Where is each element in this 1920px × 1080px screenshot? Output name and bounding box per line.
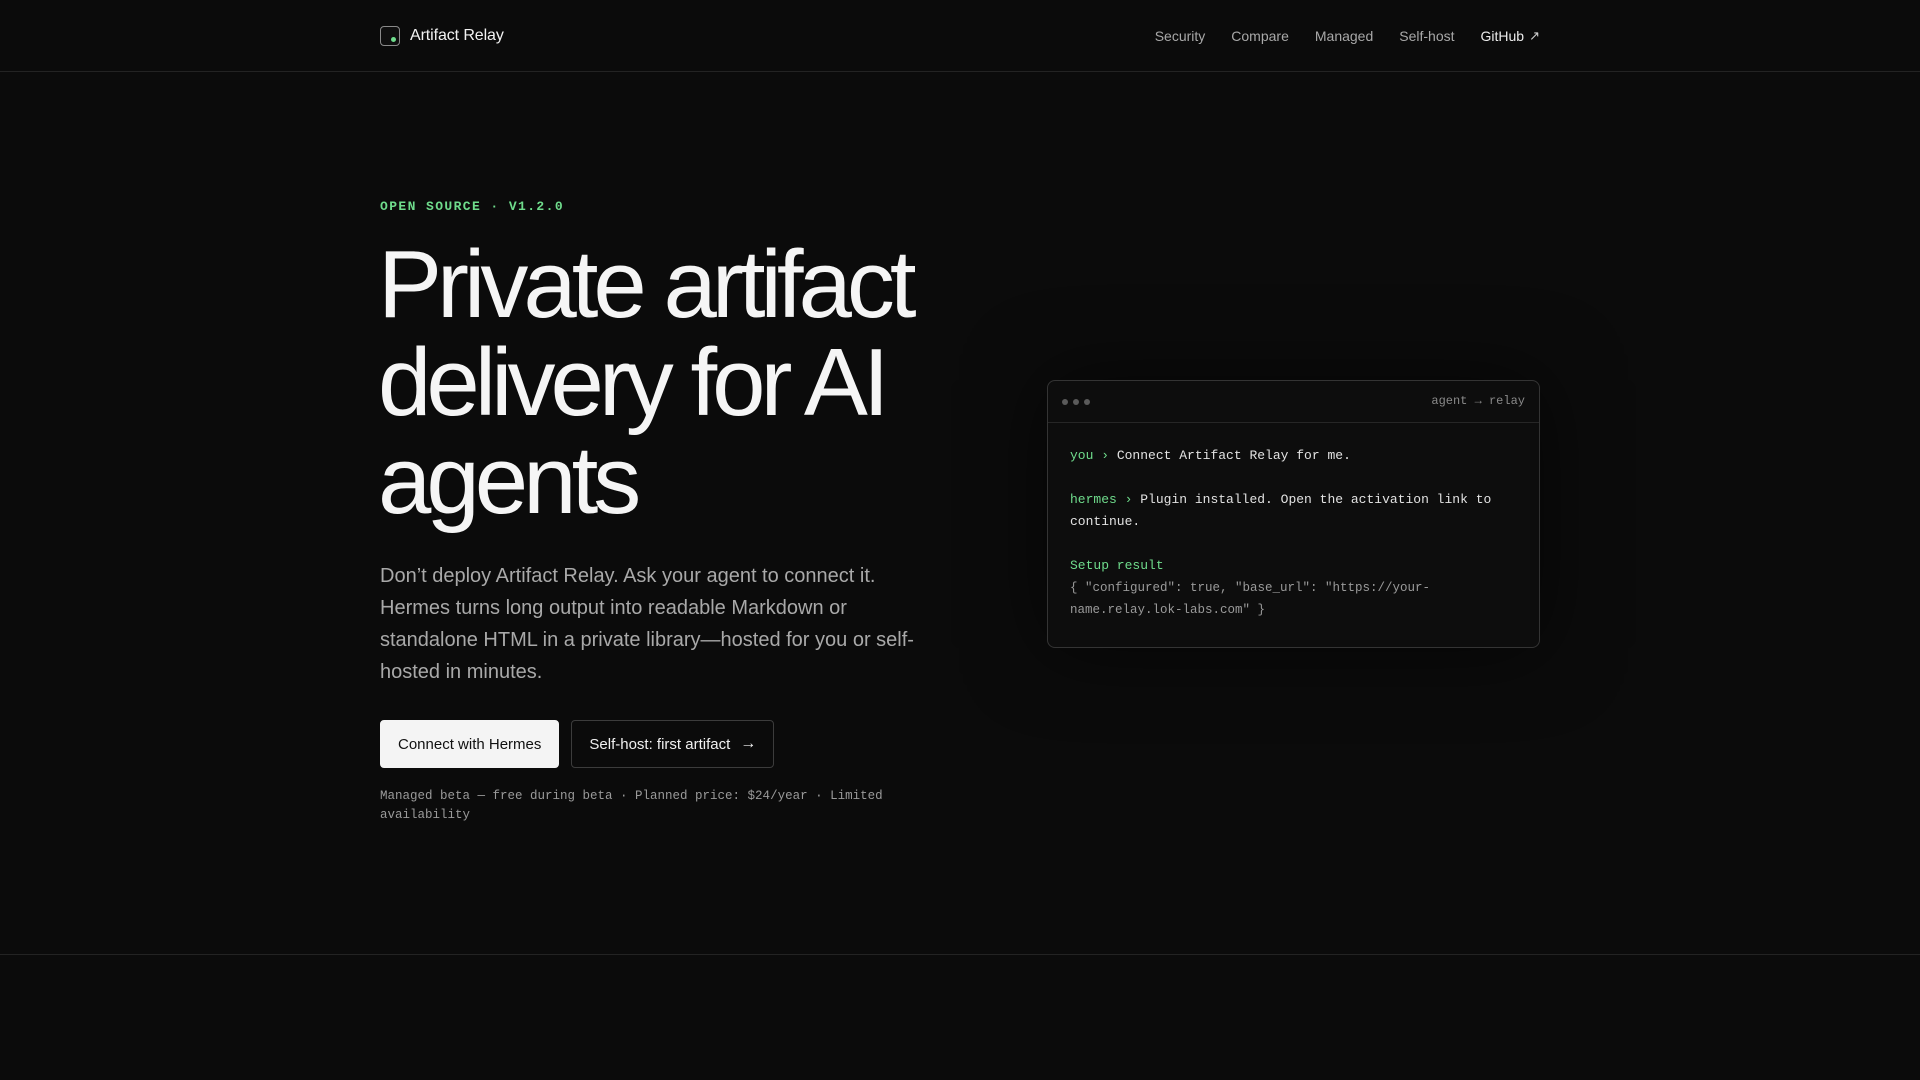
user-message-text: Connect Artifact Relay for me. <box>1116 448 1351 463</box>
terminal-body: you › Connect Artifact Relay for me. her… <box>1048 423 1539 621</box>
hero-description: Don’t deploy Artifact Relay. Ask your ag… <box>380 565 914 683</box>
connect-button-label: Connect with Hermes <box>398 735 542 753</box>
setup-result-label: Setup result <box>1070 558 1164 573</box>
window-dot-icon <box>1073 398 1079 405</box>
section-divider <box>0 954 1920 955</box>
user-message: you › Connect Artifact Relay for me. <box>1070 445 1517 467</box>
nav-link-self-host[interactable]: Self-host <box>1399 28 1454 44</box>
hero-headline: Private artifact delivery for AI agents <box>378 236 978 530</box>
user-prompt: you › <box>1070 448 1110 463</box>
github-label: GitHub <box>1480 28 1525 44</box>
connect-with-hermes-button[interactable]: Connect with Hermes <box>380 720 560 768</box>
headline-line-1: Private artifact <box>378 231 917 338</box>
window-dots <box>1062 398 1090 405</box>
nav-link-security[interactable]: Security <box>1155 28 1206 44</box>
self-host-button[interactable]: Self-host: first artifact → <box>571 720 775 768</box>
site-header: Artifact Relay Security Compare Managed … <box>0 0 1920 72</box>
self-host-button-label: Self-host: first artifact <box>589 735 731 753</box>
terminal-title: agent → relay <box>1431 394 1525 408</box>
terminal-titlebar: agent → relay <box>1048 381 1539 423</box>
nav-link-managed[interactable]: Managed <box>1315 28 1373 44</box>
brand-name: Artifact Relay <box>410 27 504 44</box>
main-nav: Security Compare Managed Self-host GitHu… <box>1155 24 1540 48</box>
window-dot-icon <box>1062 398 1068 405</box>
cta-row: Connect with Hermes Self-host: first art… <box>380 720 775 768</box>
headline-line-2: delivery for AI <box>378 329 890 436</box>
external-arrow-icon: ↗ <box>1529 28 1540 43</box>
nav-link-github[interactable]: GitHub ↗ <box>1481 28 1540 44</box>
brand-logo-icon <box>380 26 400 46</box>
terminal-card: agent → relay you › Connect Artifact Rel… <box>1047 380 1540 648</box>
landing-page: Artifact Relay Security Compare Managed … <box>0 0 1920 1080</box>
setup-result-json: { "configured": true, "base_url": "https… <box>1070 581 1431 617</box>
setup-result: Setup result { "configured": true, "base… <box>1070 555 1517 621</box>
headline-line-3: agents <box>378 427 641 534</box>
window-dot-icon <box>1084 398 1090 405</box>
agent-message: hermes › Plugin installed. Open the acti… <box>1070 489 1517 533</box>
nav-link-compare[interactable]: Compare <box>1231 28 1289 44</box>
version-eyebrow: OPEN SOURCE · V1.2.0 <box>380 199 565 214</box>
agent-prompt: hermes › <box>1070 492 1133 507</box>
arrow-right-icon: → <box>740 735 757 752</box>
brand-link[interactable]: Artifact Relay <box>380 24 504 48</box>
pricing-note: Managed beta — free during beta · Planne… <box>380 789 883 822</box>
agent-message-text: Plugin installed. Open the activation li… <box>1070 492 1492 529</box>
